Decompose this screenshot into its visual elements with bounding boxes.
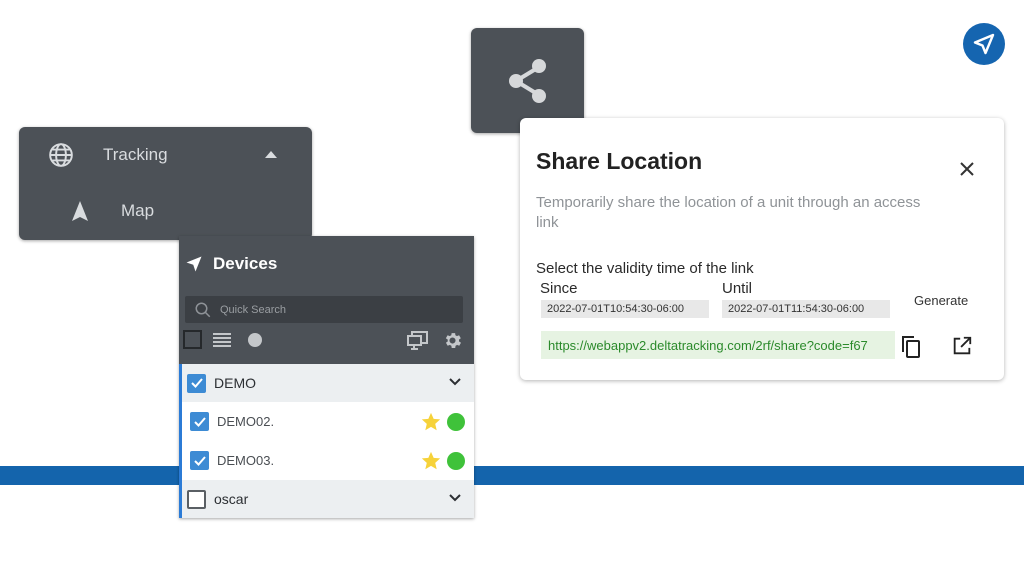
tracking-menu: Tracking Map <box>19 127 312 240</box>
share-location-dialog: Share Location Temporarily share the loc… <box>520 118 1004 380</box>
tracking-label: Tracking <box>103 145 168 165</box>
list-view-icon[interactable] <box>212 332 232 348</box>
sidebar-item-map[interactable]: Map <box>19 186 312 236</box>
status-filter-icon[interactable] <box>248 333 262 347</box>
until-datetime-field[interactable]: 2022-07-01T11:54:30-06:00 <box>722 300 890 318</box>
search-input[interactable] <box>218 303 452 317</box>
tracking-section-header[interactable]: Tracking <box>19 130 312 180</box>
select-all-checkbox[interactable] <box>183 330 202 349</box>
close-icon <box>959 161 975 177</box>
device-list: DEMO DEMO02. DEMO03. oscar <box>179 364 474 518</box>
since-datetime-field[interactable]: 2022-07-01T10:54:30-06:00 <box>541 300 709 318</box>
group-checkbox[interactable] <box>187 374 206 393</box>
search-bar <box>185 296 463 323</box>
group-checkbox[interactable] <box>187 490 206 509</box>
open-external-icon[interactable] <box>951 335 973 357</box>
decorative-blue-band <box>0 466 1024 485</box>
share-icon <box>504 55 552 107</box>
device-row[interactable]: DEMO03. <box>179 441 474 480</box>
close-button[interactable] <box>956 158 978 180</box>
chevron-down-icon[interactable] <box>448 491 462 505</box>
generate-button[interactable]: Generate <box>914 293 968 308</box>
devices-toolbar <box>179 328 474 354</box>
send-arrow-icon <box>185 255 203 273</box>
checkmark-icon <box>193 454 207 468</box>
status-dot <box>447 452 465 470</box>
device-row[interactable]: DEMO02. <box>179 402 474 441</box>
navigation-arrow-icon <box>71 200 89 222</box>
chevron-down-icon[interactable] <box>448 375 462 389</box>
checkmark-icon <box>190 376 204 390</box>
device-checkbox[interactable] <box>190 451 209 470</box>
status-dot <box>447 413 465 431</box>
devices-title: Devices <box>213 254 277 274</box>
star-icon[interactable] <box>420 411 442 433</box>
chevron-up-icon[interactable] <box>264 150 278 159</box>
until-label: Until <box>722 280 752 297</box>
device-label: DEMO03. <box>217 453 274 468</box>
group-row-demo[interactable]: DEMO <box>179 364 474 402</box>
group-label: DEMO <box>214 375 256 391</box>
star-icon[interactable] <box>420 450 442 472</box>
devices-panel: Devices DEMO DEMO02. <box>179 236 474 518</box>
gear-icon[interactable] <box>442 330 463 351</box>
validity-label: Select the validity time of the link <box>536 260 754 277</box>
map-label: Map <box>121 201 154 221</box>
share-link-field[interactable]: https://webappv2.deltatracking.com/2rf/s… <box>541 331 895 359</box>
dialog-title: Share Location <box>536 148 702 175</box>
globe-icon <box>48 142 74 168</box>
dialog-description: Temporarily share the location of a unit… <box>536 193 926 233</box>
paper-plane-logo-icon <box>963 23 1005 65</box>
device-label: DEMO02. <box>217 414 274 429</box>
group-label: oscar <box>214 491 248 507</box>
monitor-icon[interactable] <box>407 330 429 350</box>
group-row-oscar[interactable]: oscar <box>179 480 474 518</box>
device-checkbox[interactable] <box>190 412 209 431</box>
since-label: Since <box>540 280 578 297</box>
checkmark-icon <box>193 415 207 429</box>
devices-header: Devices <box>179 236 474 292</box>
copy-icon[interactable] <box>899 334 923 360</box>
search-icon <box>194 301 212 319</box>
